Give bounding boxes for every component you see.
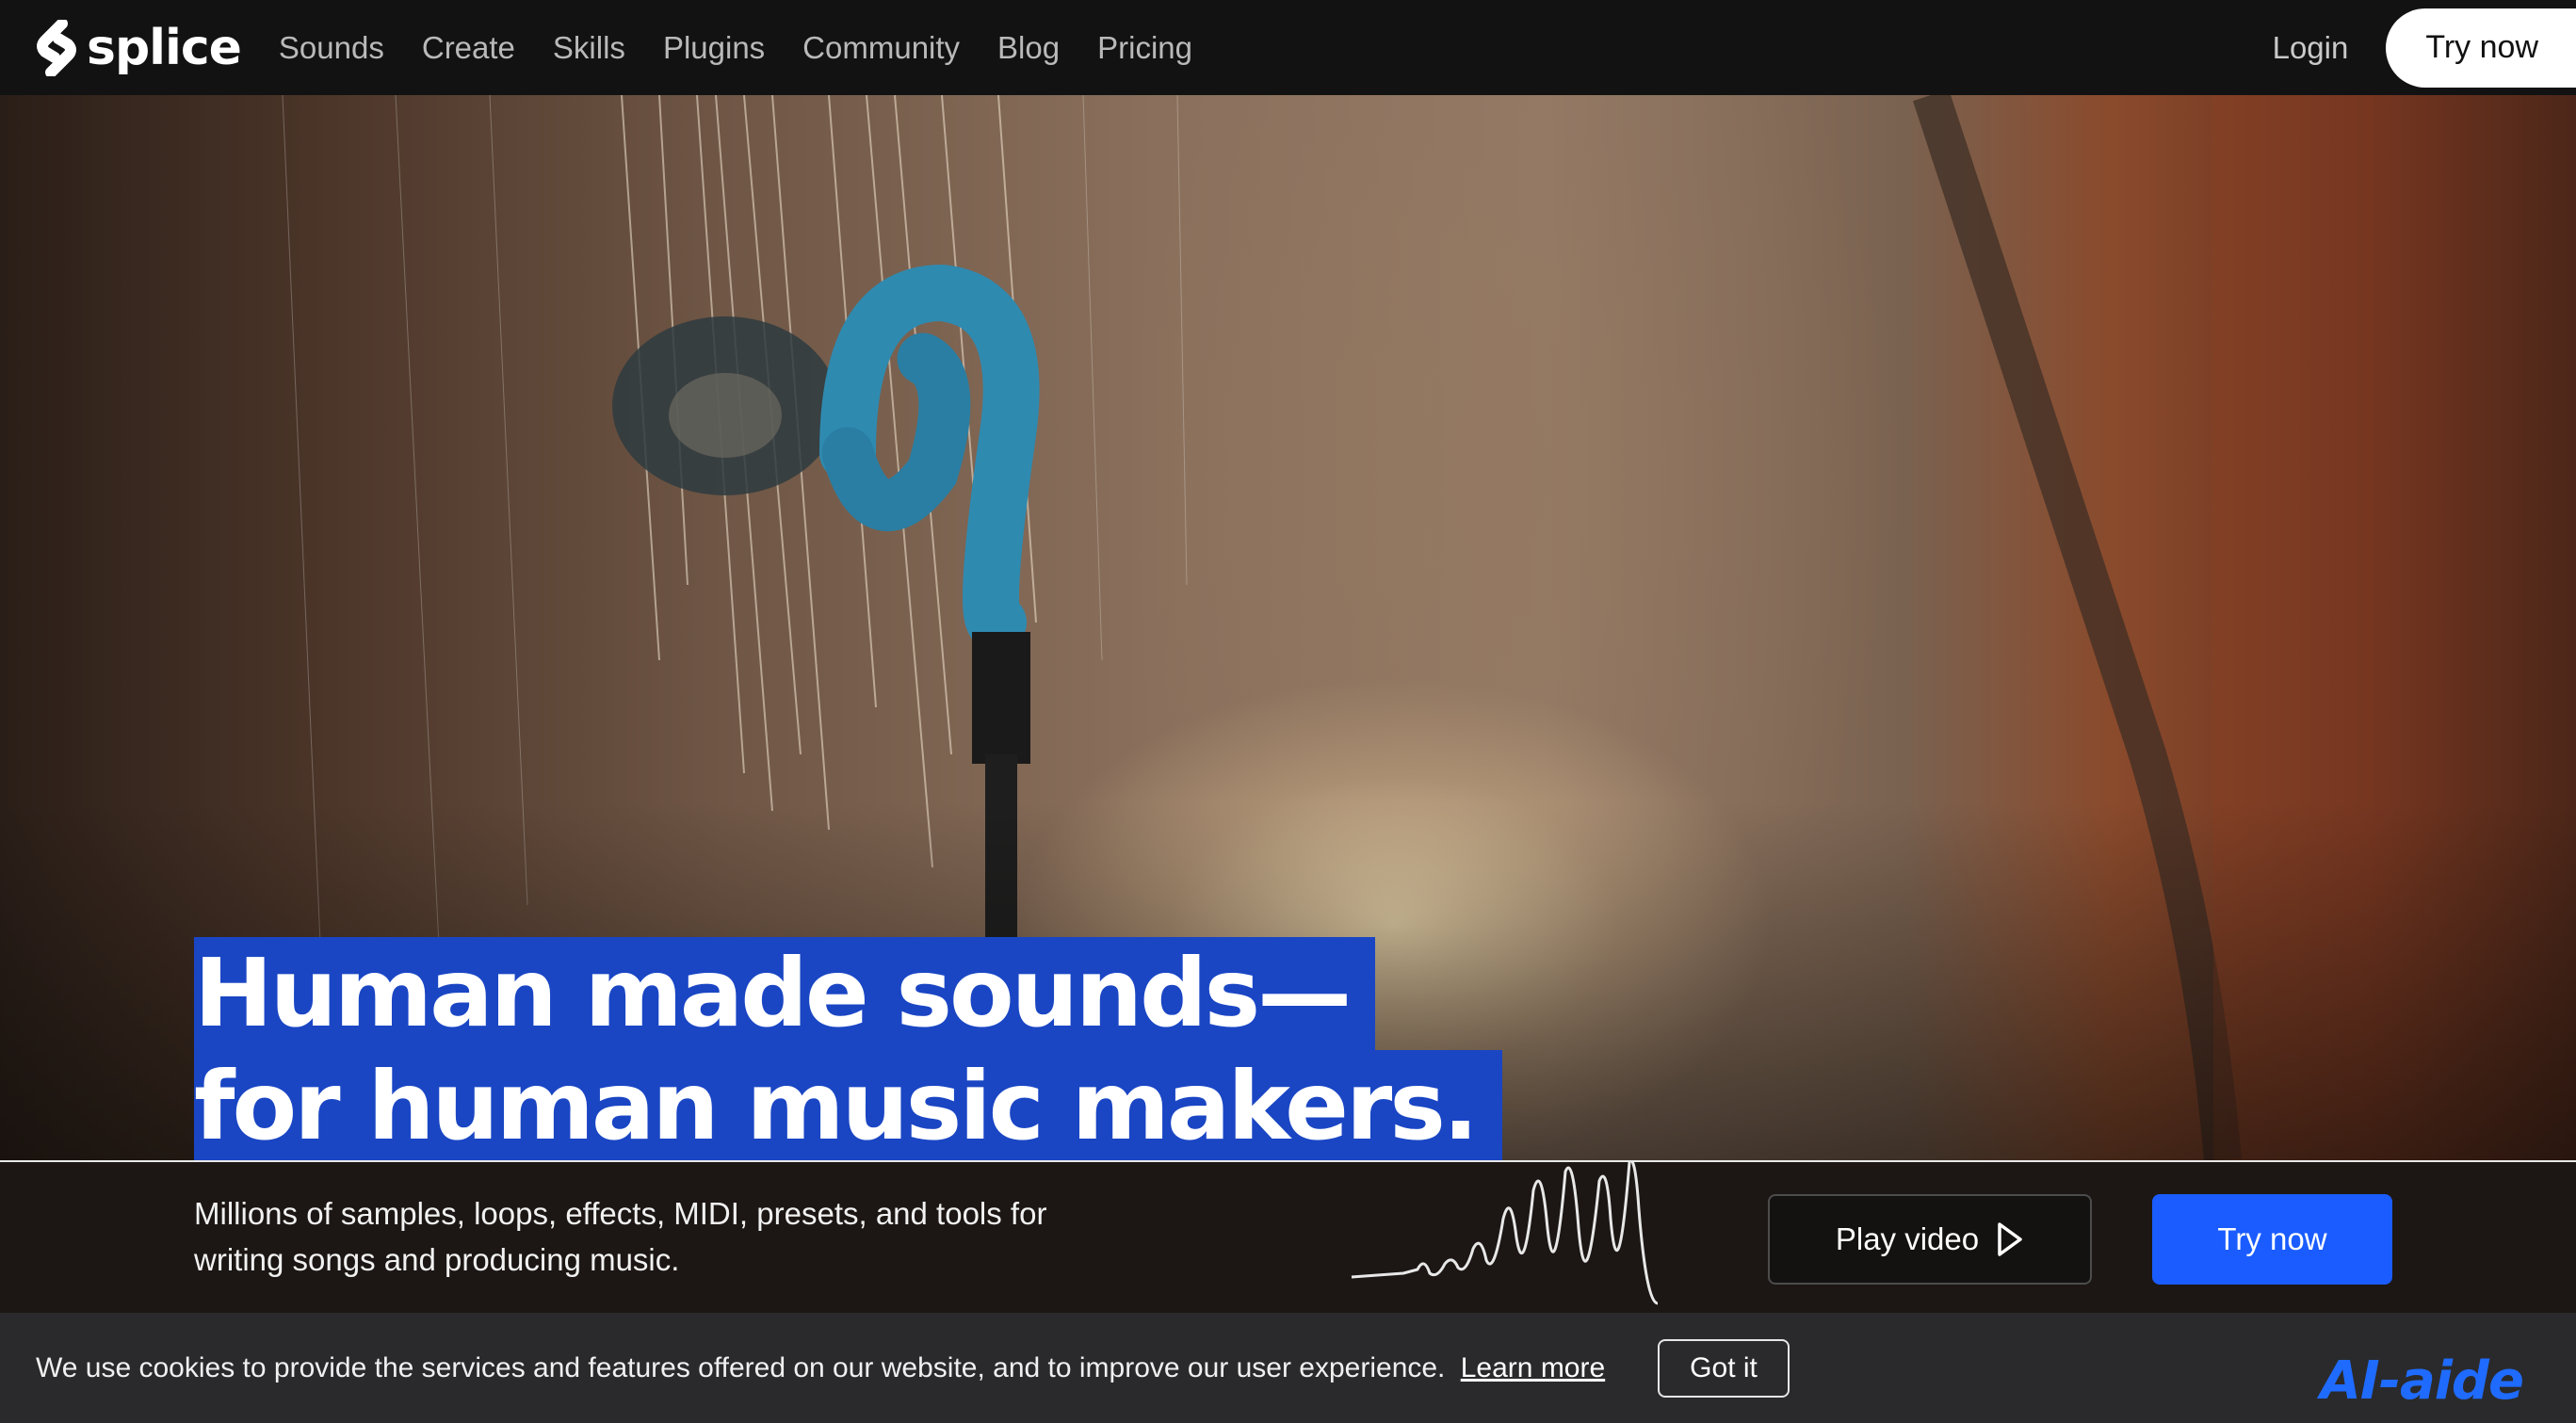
nav-create[interactable]: Create [422, 30, 515, 66]
cookie-banner: We use cookies to provide the services a… [0, 1313, 2576, 1423]
hero-headline: Human made sounds— for human music maker… [194, 937, 1502, 1160]
nav-plugins[interactable]: Plugins [663, 30, 765, 66]
play-video-button[interactable]: Play video [1768, 1194, 2092, 1285]
waveform-graphic [1351, 1162, 1659, 1305]
top-nav: splice Sounds Create Skills Plugins Comm… [0, 0, 2576, 95]
hero-video: Human made sounds— for human music maker… [0, 95, 2576, 1160]
nav-actions: Login Try now [2273, 8, 2576, 88]
play-video-label: Play video [1835, 1221, 1980, 1256]
cookie-text: We use cookies to provide the services a… [36, 1351, 1446, 1383]
nav-skills[interactable]: Skills [553, 30, 625, 66]
main-menu: Sounds Create Skills Plugins Community B… [279, 30, 1192, 66]
watermark-logo: AI-aide [2320, 1350, 2524, 1412]
splice-logo-icon [37, 19, 76, 76]
nav-blog[interactable]: Blog [997, 30, 1060, 66]
headline-line-1: Human made sounds— [194, 937, 1376, 1050]
cookie-message: We use cookies to provide the services a… [36, 1352, 1605, 1384]
nav-try-now-button[interactable]: Try now [2386, 8, 2576, 88]
try-now-button[interactable]: Try now [2152, 1194, 2392, 1285]
login-link[interactable]: Login [2273, 30, 2349, 66]
nav-sounds[interactable]: Sounds [279, 30, 384, 66]
headline-line-2: for human music makers. [194, 1050, 1502, 1160]
hero-info-strip: Millions of samples, loops, effects, MID… [0, 1160, 2576, 1313]
got-it-button[interactable]: Got it [1658, 1338, 1790, 1398]
nav-community[interactable]: Community [802, 30, 960, 66]
brand-name: splice [87, 19, 242, 76]
hero-description: Millions of samples, loops, effects, MID… [194, 1196, 1047, 1277]
nav-pricing[interactable]: Pricing [1097, 30, 1192, 66]
splice-logo[interactable]: splice [34, 19, 242, 76]
play-triangle-icon [1998, 1222, 2022, 1256]
learn-more-link[interactable]: Learn more [1461, 1352, 1605, 1383]
